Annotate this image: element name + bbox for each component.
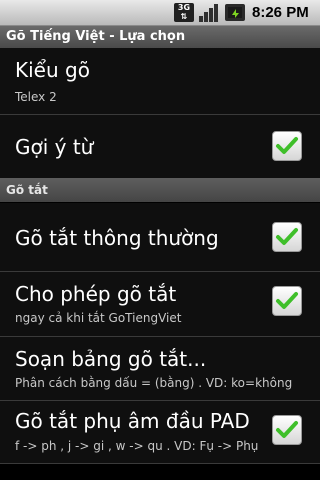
network-label: 3G xyxy=(177,3,191,12)
network-3g-icon: 3G ⇅ xyxy=(174,3,194,22)
pref-suggest-words-checkbox[interactable] xyxy=(272,131,302,161)
pref-edit-shortcut-table[interactable]: Soạn bảng gõ tắt... Phân cách bằng dấu =… xyxy=(0,337,320,401)
status-bar: 3G ⇅ 8:26 PM xyxy=(0,0,320,26)
battery-icon xyxy=(225,4,245,21)
pref-initial-consonant-shortcuts-title: Gõ tắt phụ âm đầu PAD xyxy=(15,409,250,433)
pref-edit-shortcut-table-title: Soạn bảng gõ tắt... xyxy=(15,347,207,371)
pref-normal-shortcuts-title: Gõ tắt thông thường xyxy=(15,226,219,250)
pref-allow-shortcuts-title: Cho phép gõ tắt xyxy=(15,282,177,306)
pref-normal-shortcuts-checkbox[interactable] xyxy=(272,222,302,252)
pref-allow-shortcuts-checkbox[interactable] xyxy=(272,286,302,316)
checkmark-icon xyxy=(276,137,298,154)
pref-suggest-words-title: Gợi ý từ xyxy=(15,135,94,159)
category-shortcuts-label: Gõ tắt xyxy=(6,183,48,197)
category-shortcuts: Gõ tắt xyxy=(0,178,320,202)
pref-initial-consonant-shortcuts[interactable]: Gõ tắt phụ âm đầu PAD f -> ph , j -> gi … xyxy=(0,401,320,464)
pref-normal-shortcuts[interactable]: Gõ tắt thông thường xyxy=(0,203,320,272)
window-title: Gõ Tiếng Việt - Lựa chọn xyxy=(6,29,186,44)
pref-typing-mode[interactable]: Kiểu gõ Telex 2 xyxy=(0,48,320,115)
pref-allow-shortcuts[interactable]: Cho phép gõ tắt ngay cả khi tắt GoTiengV… xyxy=(0,272,320,337)
pref-initial-consonant-shortcuts-checkbox[interactable] xyxy=(272,415,302,445)
pref-initial-consonant-shortcuts-summary: f -> ph , j -> gi , w -> qu . VD: Fụ -> … xyxy=(15,439,259,453)
checkmark-icon xyxy=(276,292,298,309)
checkmark-icon xyxy=(276,421,298,438)
signal-icon xyxy=(199,4,218,22)
checkmark-icon xyxy=(276,228,298,245)
pref-typing-mode-summary: Telex 2 xyxy=(15,90,57,104)
clock: 8:26 PM xyxy=(252,4,309,21)
pref-suggest-words[interactable]: Gợi ý từ xyxy=(0,115,320,179)
pref-typing-mode-title: Kiểu gõ xyxy=(15,58,90,82)
title-bar: Gõ Tiếng Việt - Lựa chọn xyxy=(0,26,320,48)
pref-edit-shortcut-table-summary: Phân cách bằng dấu = (bằng) . VD: ko=khô… xyxy=(15,376,293,390)
pref-allow-shortcuts-summary: ngay cả khi tắt GoTiengViet xyxy=(15,311,182,325)
